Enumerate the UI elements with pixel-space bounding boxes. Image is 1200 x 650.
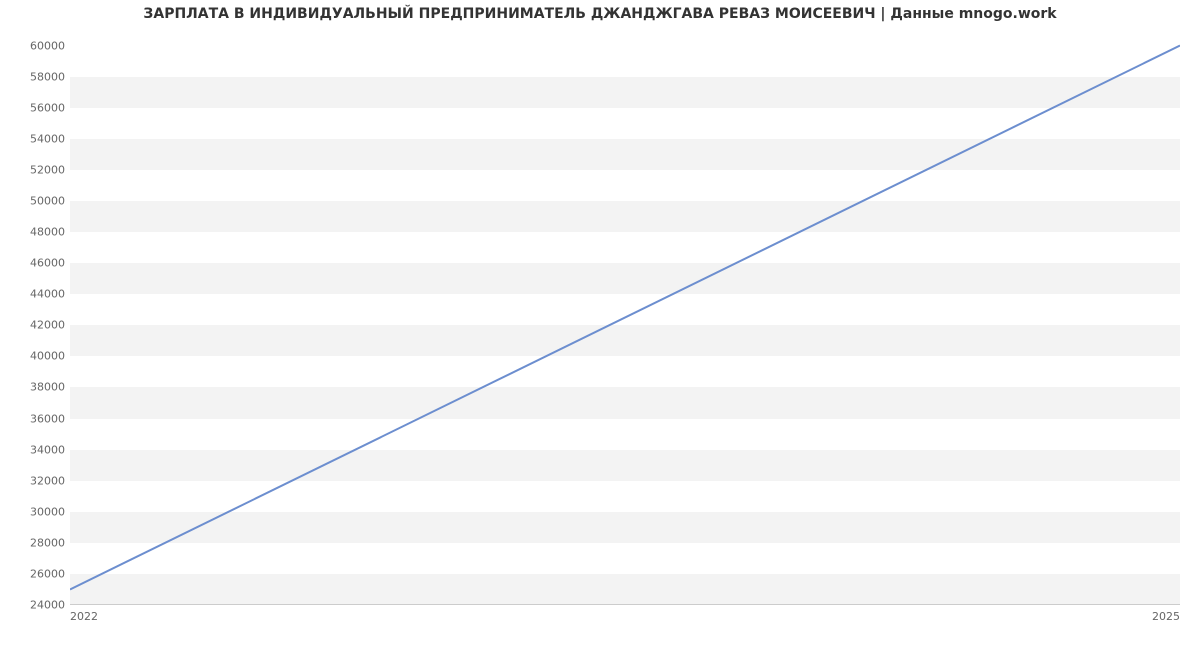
line-series-layer: [70, 30, 1180, 605]
y-tick-label: 40000: [5, 350, 65, 363]
y-tick-label: 52000: [5, 163, 65, 176]
x-axis-line: [70, 604, 1180, 605]
y-tick-label: 34000: [5, 443, 65, 456]
y-tick-label: 60000: [5, 39, 65, 52]
x-tick-label: 2025: [1152, 610, 1180, 623]
y-tick-label: 58000: [5, 70, 65, 83]
y-tick-label: 28000: [5, 536, 65, 549]
series-line: [70, 46, 1180, 590]
y-tick-label: 32000: [5, 474, 65, 487]
y-tick-label: 46000: [5, 257, 65, 270]
y-tick-label: 30000: [5, 505, 65, 518]
y-tick-label: 48000: [5, 226, 65, 239]
y-tick-label: 24000: [5, 599, 65, 612]
chart-title: ЗАРПЛАТА В ИНДИВИДУАЛЬНЫЙ ПРЕДПРИНИМАТЕЛ…: [0, 6, 1200, 22]
y-tick-label: 36000: [5, 412, 65, 425]
salary-line-chart: ЗАРПЛАТА В ИНДИВИДУАЛЬНЫЙ ПРЕДПРИНИМАТЕЛ…: [0, 0, 1200, 650]
y-tick-label: 42000: [5, 319, 65, 332]
y-tick-label: 44000: [5, 288, 65, 301]
y-tick-label: 54000: [5, 132, 65, 145]
y-tick-label: 26000: [5, 567, 65, 580]
y-tick-label: 56000: [5, 101, 65, 114]
plot-area: [70, 30, 1180, 605]
y-tick-label: 38000: [5, 381, 65, 394]
x-tick-label: 2022: [70, 610, 98, 623]
y-tick-label: 50000: [5, 194, 65, 207]
